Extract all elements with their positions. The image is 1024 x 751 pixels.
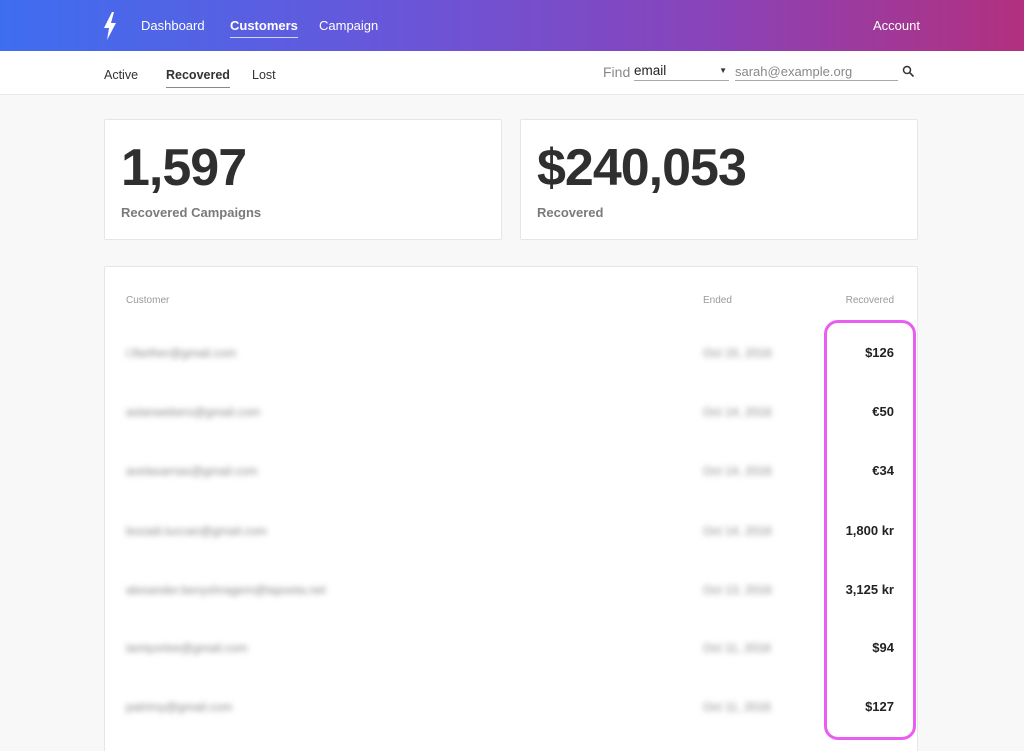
tab-recovered[interactable]: Recovered	[166, 68, 230, 88]
find-label: Find	[603, 64, 631, 80]
table-row[interactable]: l.lfarther@gmail.com Oct 15, 2016 $126	[105, 324, 917, 383]
ended-date: Oct 15, 2016	[703, 346, 772, 360]
table-row[interactable]: alexander.benyshragem@lapoeta.net Oct 13…	[105, 561, 917, 620]
recovered-column-highlight	[824, 320, 916, 740]
customer-email: bozadi.tuccan@gmail.com	[126, 524, 267, 538]
stat-value: $240,053	[537, 139, 747, 197]
table-row[interactable]: patrimy@gmail.com Oct 11, 2016 $127	[105, 678, 917, 737]
stat-card-recovered: $240,053 Recovered	[520, 119, 918, 240]
nav-dashboard[interactable]: Dashboard	[141, 18, 205, 33]
table-row[interactable]: aslanwebers@gmail.com Oct 14, 2016 €50	[105, 383, 917, 442]
customer-email: lamiyorlee@gmail.com	[126, 641, 248, 655]
ended-date: Oct 13, 2016	[703, 583, 772, 597]
stat-label: Recovered Campaigns	[121, 205, 262, 220]
customer-email: l.lfarther@gmail.com	[126, 346, 237, 360]
customer-email: aslanwebers@gmail.com	[126, 405, 261, 419]
stat-value: 1,597	[121, 139, 247, 197]
table-row[interactable]: bozadi.tuccan@gmail.com Oct 14, 2016 1,8…	[105, 502, 917, 561]
search-icon[interactable]	[902, 65, 914, 77]
ended-date: Oct 11, 2016	[703, 641, 771, 655]
table-row[interactable]: lamiyorlee@gmail.com Oct 11, 2016 $94	[105, 619, 917, 678]
customer-email: alexander.benyshragem@lapoeta.net	[126, 583, 326, 597]
customer-email: avelasarnas@gmail.com	[126, 464, 258, 478]
ended-date: Oct 11, 2016	[703, 700, 771, 714]
find-field-select[interactable]: email ▼	[634, 63, 729, 81]
ended-date: Oct 14, 2016	[703, 464, 772, 478]
sub-nav-bar: Active Recovered Lost Find email ▼	[0, 51, 1024, 95]
table-row[interactable]: avelasarnas@gmail.com Oct 14, 2016 €34	[105, 442, 917, 501]
find-field-value: email	[634, 63, 667, 78]
search-input[interactable]	[735, 63, 898, 81]
customer-email: patrimy@gmail.com	[126, 700, 233, 714]
stat-label: Recovered	[537, 205, 604, 220]
column-header-ended[interactable]: Ended	[703, 295, 732, 306]
caret-down-icon: ▼	[719, 66, 727, 75]
nav-campaign[interactable]: Campaign	[319, 18, 378, 33]
tab-active[interactable]: Active	[104, 68, 138, 82]
column-header-recovered[interactable]: Recovered	[846, 295, 894, 306]
ended-date: Oct 14, 2016	[703, 524, 772, 538]
nav-customers[interactable]: Customers	[230, 18, 298, 38]
column-header-customer[interactable]: Customer	[126, 295, 169, 306]
ended-date: Oct 14, 2016	[703, 405, 772, 419]
tab-lost[interactable]: Lost	[252, 68, 276, 82]
customers-table: Customer Ended Recovered l.lfarther@gmai…	[104, 266, 918, 751]
stat-card-campaigns: 1,597 Recovered Campaigns	[104, 119, 502, 240]
top-nav-bar: Dashboard Customers Campaign Account	[0, 0, 1024, 51]
nav-account[interactable]: Account	[873, 18, 920, 33]
lightning-bolt-icon[interactable]	[102, 12, 118, 40]
